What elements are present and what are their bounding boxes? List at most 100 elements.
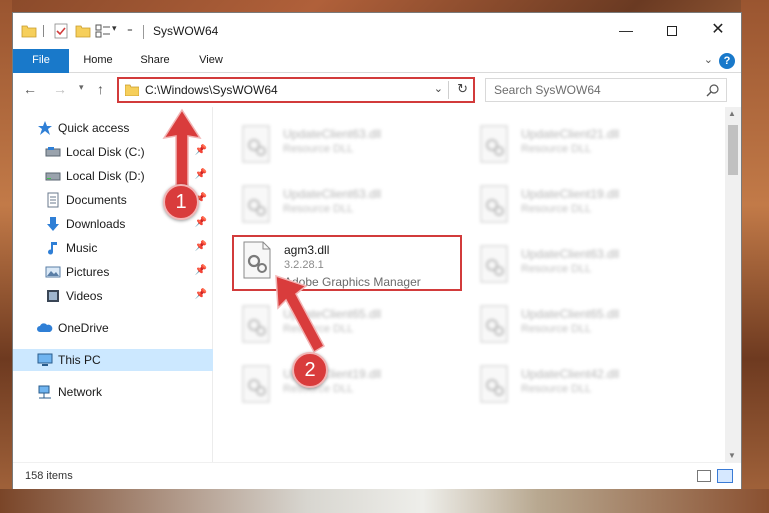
view-options-icon[interactable] [95,23,111,39]
help-button[interactable]: ? [719,53,735,69]
search-input[interactable]: Search SysWOW64 [485,78,727,102]
details-view-icon[interactable] [697,470,711,482]
cloud-icon [37,323,53,332]
file-item[interactable]: UpdateClient21.dll Resource DLL [471,121,701,177]
desktop-background-left [0,0,12,513]
forward-arrow-icon[interactable]: → [53,81,67,97]
scroll-down-icon[interactable]: ▼ [728,451,736,460]
dll-file-icon [480,365,508,403]
ribbon-tabs: File Home Share View ⌄ ? [13,49,741,73]
tab-view[interactable]: View [191,49,231,73]
maximize-icon [667,26,677,37]
sidebar-item-label: Local Disk (C:) [66,145,145,159]
sidebar-item-label: Local Disk (D:) [66,169,145,183]
dll-file-icon [242,125,270,163]
window-title: SysWOW64 [153,24,219,38]
address-bar[interactable]: C:\Windows\SysWOW64 ⌄ ↻ [117,77,475,103]
folder-icon [125,84,139,96]
network-icon [38,385,51,399]
dll-file-icon [242,185,270,223]
tab-home[interactable]: Home [75,49,121,73]
file-name: agm3.dll [284,243,330,257]
file-item[interactable]: UpdateClient42.dll Resource DLL [471,361,701,417]
file-name: UpdateClient19.dll [521,187,620,201]
sidebar-item-this-pc[interactable]: This PC [13,349,213,371]
music-icon [48,242,57,255]
download-icon [47,217,59,231]
address-dropdown-chevron-icon[interactable]: ⌄ [434,82,443,95]
file-description: Resource DLL [283,203,354,215]
expand-ribbon-chevron-icon[interactable]: ⌄ [704,53,713,66]
star-icon [38,121,52,135]
dll-file-icon [242,365,270,403]
file-item[interactable]: UpdateClient63.dll Resource DLL [233,181,463,237]
file-name: UpdateClient63.dll [283,127,382,141]
vertical-scrollbar[interactable]: ▲ ▼ [725,107,741,462]
pin-icon[interactable]: 📌 [195,241,207,252]
sidebar-item-label: This PC [58,353,101,367]
file-item[interactable]: UpdateClient63.dll Resource DLL [471,241,701,297]
sidebar-item-pictures[interactable]: Pictures 📌 [13,261,213,283]
close-button[interactable]: ✕ [695,13,741,49]
customize-toolbar-chevron-icon[interactable]: ▾ [112,23,117,34]
tab-share[interactable]: Share [133,49,177,73]
pictures-icon [45,266,61,278]
dll-file-icon [242,305,270,343]
search-icon [706,84,719,97]
pin-icon[interactable]: 📌 [195,217,207,228]
sidebar-item-label: Pictures [66,265,110,279]
file-description: Resource DLL [521,383,592,395]
file-item[interactable]: UpdateClient19.dll Resource DLL [233,361,463,417]
file-description: Resource DLL [283,143,354,155]
properties-check-icon[interactable] [53,23,69,39]
dll-file-icon [480,125,508,163]
up-arrow-icon[interactable]: ↑ [97,81,104,97]
new-folder-icon[interactable] [75,23,91,39]
tiles-view-icon[interactable] [717,469,733,483]
file-item[interactable]: UpdateClient65.dll Resource DLL [471,301,701,357]
item-count: 158 items [25,470,73,482]
maximize-button[interactable] [649,13,695,49]
file-name: UpdateClient21.dll [521,127,620,141]
quick-access-dropdown-icon[interactable]: ₌ [127,22,133,35]
drive-icon [45,147,61,157]
scrollbar-thumb[interactable] [728,125,738,175]
annotation-arrow-2 [275,274,325,354]
file-item[interactable]: UpdateClient19.dll Resource DLL [471,181,701,237]
file-description: Resource DLL [521,203,592,215]
sidebar-item-label: OneDrive [58,321,109,335]
pin-icon[interactable]: 📌 [195,289,207,300]
pin-icon[interactable]: 📌 [195,265,207,276]
file-item-agm3-dll[interactable]: agm3.dll 3.2.28.1 Adobe Graphics Manager [232,235,462,291]
refresh-icon[interactable]: ↻ [457,81,468,97]
step-badge-1: 1 [163,184,199,220]
address-separator [448,81,449,99]
file-description: Resource DLL [521,263,592,275]
minimize-button[interactable]: — [603,13,649,49]
file-name: UpdateClient63.dll [521,247,620,261]
drive-icon [45,172,61,181]
sidebar-item-label: Network [58,385,103,399]
sidebar-item-label: Videos [66,289,103,303]
tab-file[interactable]: File [13,49,69,73]
back-arrow-icon[interactable]: ← [23,81,37,97]
sidebar-item-music[interactable]: Music 📌 [13,237,213,259]
folder-icon[interactable] [21,23,37,39]
search-placeholder: Search SysWOW64 [494,83,601,97]
dll-file-icon [480,185,508,223]
file-item[interactable]: UpdateClient63.dll Resource DLL [233,121,463,177]
address-path: C:\Windows\SysWOW64 [145,83,278,97]
sidebar-item-videos[interactable]: Videos 📌 [13,285,213,307]
documents-icon [47,192,59,208]
file-description: Resource DLL [521,323,592,335]
file-item[interactable]: UpdateClient65.dll Resource DLL [233,301,463,357]
status-bar: 158 items [13,462,741,489]
sidebar-item-network[interactable]: Network [13,381,213,403]
computer-icon [37,353,53,366]
recent-locations-chevron-icon[interactable]: ▾ [79,82,84,93]
sidebar-item-onedrive[interactable]: OneDrive [13,317,213,339]
scroll-up-icon[interactable]: ▲ [728,109,736,118]
toolbar-separator [43,25,44,37]
dll-file-icon [480,305,508,343]
sidebar-item-label: Documents [66,193,127,207]
